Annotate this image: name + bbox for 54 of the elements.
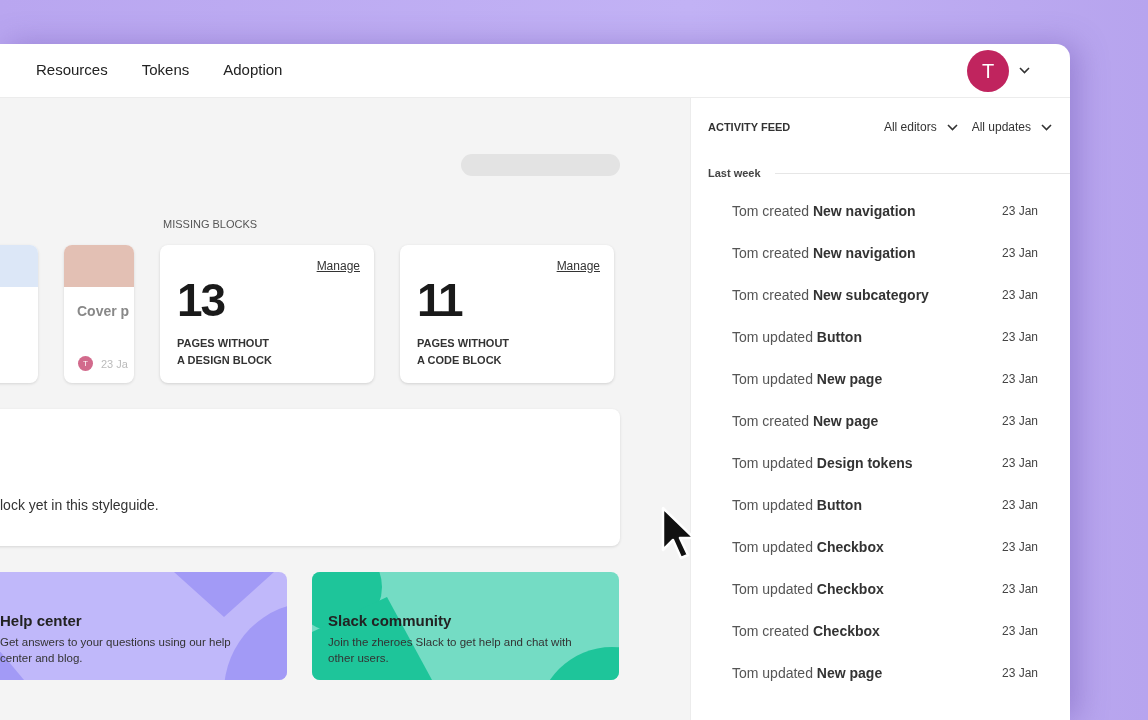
manage-link[interactable]: Manage [316,256,360,275]
activity-text: Tom updated Button [732,327,862,347]
activity-date: 23 Jan [1001,287,1038,304]
activity-text: Tom created New navigation [732,243,916,263]
activity-text: Tom updated Design tokens [732,453,913,473]
activity-text: Tom created New subcategory [732,285,929,305]
activity-date: 23 Jan [1001,203,1038,220]
activity-text: Tom created New navigation [732,201,916,221]
activity-date: 23 Jan [1001,623,1038,640]
chevron-down-icon [1041,123,1052,131]
chevron-down-icon [1019,67,1030,74]
resource-description: Get answers to your questions using our help center and blog. [0,635,232,666]
activity-text: Tom updated New page [732,663,883,683]
author-avatar: T [78,356,93,372]
activity-text: Tom updated Checkbox [732,537,884,557]
activity-text: Tom updated Checkbox [732,579,884,599]
page-card[interactable]: Cover p T 23 Ja [64,244,134,383]
avatar[interactable]: T [967,49,1009,92]
activity-date: 23 Jan [1001,581,1038,598]
activity-text: Tom updated New page [732,369,883,389]
slack-card[interactable]: Slack community Join the zheroes Slack to get help and chat with other users. [312,571,619,680]
chevron-down-icon [946,123,958,131]
resource-title: Help center [0,610,83,631]
activity-date: 23 Jan [1001,665,1038,682]
metric-label: PAGES WITHOUT A DESIGN BLOCK [177,335,273,368]
activity-text: Tom created Checkbox [732,621,880,641]
metric-count: 13 [177,276,226,323]
filter-dropdown[interactable]: All editors [883,118,958,136]
metric-label: PAGES WITHOUT A CODE BLOCK [417,335,511,368]
activity-date: 23 Jan [1001,497,1038,514]
resource-description: Join the zheroes Slack to get help and chat with other users. [328,635,573,666]
activity-date: 23 Jan [1001,455,1038,472]
manage-link[interactable]: Manage [556,256,600,275]
nav-link[interactable]: Adoption [223,59,283,82]
section-label: MISSING BLOCKS [163,217,259,232]
activity-date: 23 Jan [1001,371,1038,388]
activity-date: 23 Jan [1001,539,1038,556]
activity-date: 23 Jan [1001,245,1038,262]
nav-link[interactable]: Tokens [141,59,190,82]
activity-date: 23 Jan [1001,329,1038,346]
page-date: 23 Ja [101,356,128,372]
account-menu-button[interactable] [1019,67,1030,74]
metric-count: 11 [417,276,464,323]
activity-text: Tom updated Button [732,495,862,515]
help-card[interactable]: Help center Get answers to your questions using our help center and blog. [0,571,287,680]
empty-state-text: lock yet in this styleguide. [0,495,159,515]
page-title: Cover p [77,301,131,321]
activity-date: 23 Jan [1001,413,1038,430]
activity-text: Tom created New page [732,411,879,431]
resource-title: Slack community [328,610,453,631]
feed-title: ACTIVITY FEED [708,119,791,135]
group-label: Last week [708,165,761,181]
nav-link[interactable]: Resources [36,59,108,82]
filter-dropdown[interactable]: All updates [971,118,1052,136]
